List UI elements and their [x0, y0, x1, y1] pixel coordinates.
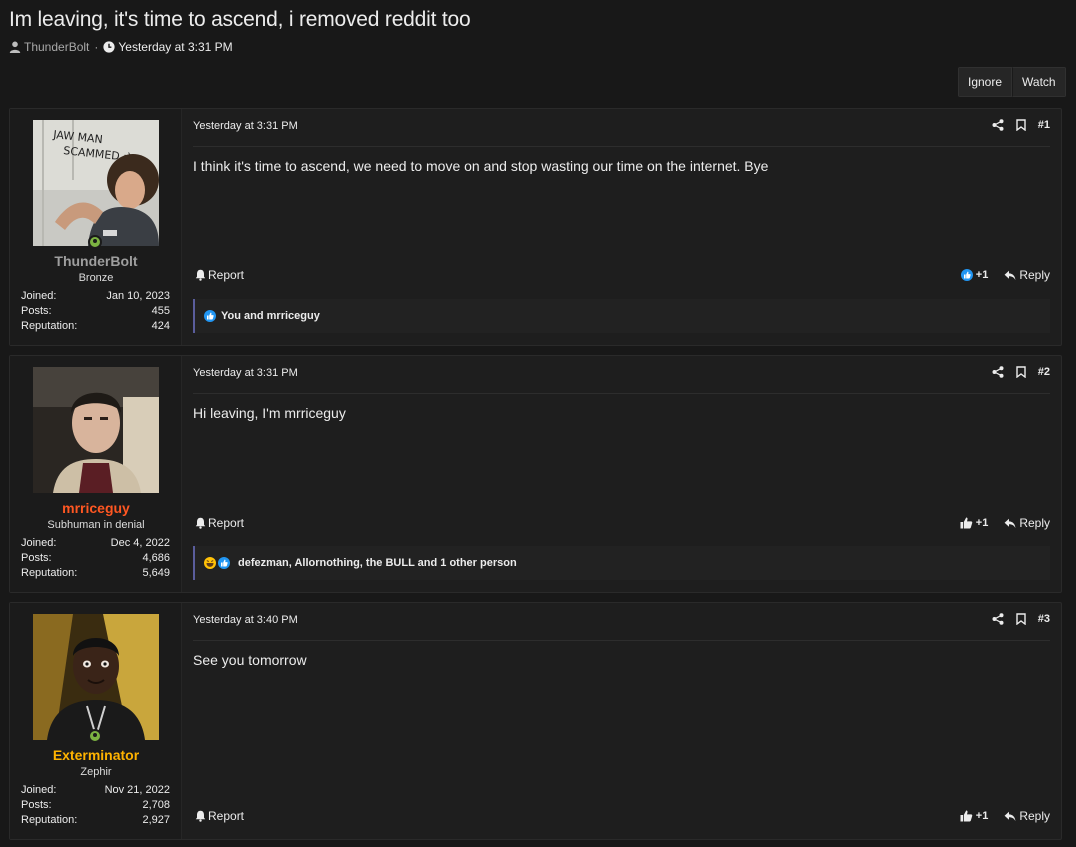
post-divider — [193, 640, 1050, 641]
post-date[interactable]: Yesterday at 3:31 PM — [193, 120, 298, 132]
reactions-list[interactable]: You and mrriceguy — [221, 310, 320, 322]
thread-title: Im leaving, it's time to ascend, i remov… — [9, 8, 471, 31]
like-reaction-icon — [204, 310, 216, 322]
reply-button[interactable]: Reply — [1004, 809, 1050, 823]
stat-joined: Joined: Jan 10, 2023 — [21, 290, 170, 302]
like-button[interactable]: +1 — [960, 269, 989, 281]
thumbs-up-icon — [960, 517, 973, 529]
like-count: +1 — [975, 810, 989, 822]
stat-posts: Posts: 4,686 — [21, 552, 170, 564]
username[interactable]: ThunderBolt — [10, 253, 182, 269]
report-label: Report — [208, 516, 245, 530]
report-link[interactable]: Report — [195, 268, 244, 282]
thumbs-up-icon — [960, 810, 973, 822]
ignore-button[interactable]: Ignore — [958, 67, 1013, 97]
share-icon[interactable] — [992, 613, 1004, 625]
reply-arrow-icon — [1004, 811, 1016, 822]
like-button[interactable]: +1 — [960, 517, 989, 529]
post-bottom-actions: +1 Reply — [960, 268, 1050, 282]
like-reaction-icon — [218, 557, 230, 569]
report-link[interactable]: Report — [195, 809, 244, 823]
post-number[interactable]: #3 — [1038, 613, 1050, 625]
stat-joined: Joined: Dec 4, 2022 — [21, 537, 170, 549]
bookmark-icon[interactable] — [1016, 366, 1026, 378]
clock-icon — [103, 41, 115, 53]
post-divider — [193, 393, 1050, 394]
post-top-actions: #1 — [992, 119, 1050, 131]
post-body: Hi leaving, I'm mrriceguy — [193, 405, 346, 421]
post-2: mrriceguy Subhuman in denial Joined: Dec … — [9, 355, 1062, 593]
post-user-info: Exterminator Zephir Joined: Nov 21, 2022 … — [10, 603, 182, 839]
post-top-actions: #2 — [992, 366, 1050, 378]
report-label: Report — [208, 268, 245, 282]
user-icon — [9, 41, 21, 53]
like-count: +1 — [975, 269, 989, 281]
avatar[interactable] — [33, 614, 159, 740]
laugh-reaction-icon — [204, 557, 216, 569]
user-stats: Joined: Dec 4, 2022 Posts: 4,686 Reputatio… — [21, 536, 170, 581]
post-date[interactable]: Yesterday at 3:40 PM — [193, 614, 298, 626]
bookmark-icon[interactable] — [1016, 613, 1026, 625]
stat-reputation: Reputation: 424 — [21, 320, 170, 332]
post-bottom-actions: +1 Reply — [960, 809, 1050, 823]
online-status-icon — [88, 729, 102, 743]
post-divider — [193, 146, 1050, 147]
post-body: See you tomorrow — [193, 652, 307, 668]
online-status-icon — [88, 235, 102, 249]
stat-joined: Joined: Nov 21, 2022 — [21, 784, 170, 796]
username[interactable]: mrriceguy — [10, 500, 182, 516]
stat-posts: Posts: 2,708 — [21, 799, 170, 811]
post-date[interactable]: Yesterday at 3:31 PM — [193, 367, 298, 379]
stat-reputation: Reputation: 2,927 — [21, 814, 170, 826]
stat-reputation: Reputation: 5,649 — [21, 567, 170, 579]
reply-label: Reply — [1019, 268, 1050, 282]
username[interactable]: Exterminator — [10, 747, 182, 763]
thread-action-buttons: Ignore Watch — [958, 67, 1066, 97]
reply-button[interactable]: Reply — [1004, 268, 1050, 282]
user-title: Bronze — [78, 272, 114, 284]
like-count: +1 — [975, 517, 989, 529]
avatar[interactable]: JAW MAN SCAMMED :) — [33, 120, 159, 246]
share-icon[interactable] — [992, 366, 1004, 378]
post-number[interactable]: #2 — [1038, 366, 1050, 378]
post-1: JAW MAN SCAMMED :) ThunderBolt Bronze Jo… — [9, 108, 1062, 346]
thumbs-up-icon — [960, 269, 973, 281]
thread-author-link[interactable]: ThunderBolt — [24, 40, 89, 54]
post-user-info: mrriceguy Subhuman in denial Joined: Dec … — [10, 356, 182, 592]
post-number[interactable]: #1 — [1038, 119, 1050, 131]
thread-date[interactable]: Yesterday at 3:31 PM — [118, 40, 232, 54]
user-title: Subhuman in denial — [47, 519, 145, 531]
reply-label: Reply — [1019, 809, 1050, 823]
user-stats: Joined: Jan 10, 2023 Posts: 455 Reputation… — [21, 289, 170, 334]
avatar[interactable] — [33, 367, 159, 493]
meta-separator: · — [94, 40, 99, 54]
stat-posts: Posts: 455 — [21, 305, 170, 317]
post-user-info: JAW MAN SCAMMED :) ThunderBolt Bronze Jo… — [10, 109, 182, 345]
user-title: Zephir — [80, 766, 112, 778]
post-top-actions: #3 — [992, 613, 1050, 625]
thread-meta: ThunderBolt · Yesterday at 3:31 PM — [9, 40, 233, 54]
reply-label: Reply — [1019, 516, 1050, 530]
like-button[interactable]: +1 — [960, 810, 989, 822]
reply-arrow-icon — [1004, 270, 1016, 281]
watch-button[interactable]: Watch — [1012, 67, 1066, 97]
reactions-bar[interactable]: defezman, Allornothing, the BULL and 1 o… — [193, 546, 1050, 580]
post-3: Exterminator Zephir Joined: Nov 21, 2022 … — [9, 602, 1062, 840]
report-link[interactable]: Report — [195, 516, 244, 530]
report-label: Report — [208, 809, 245, 823]
reactions-bar[interactable]: You and mrriceguy — [193, 299, 1050, 333]
share-icon[interactable] — [992, 119, 1004, 131]
post-body: I think it's time to ascend, we need to … — [193, 158, 769, 174]
user-stats: Joined: Nov 21, 2022 Posts: 2,708 Reputati… — [21, 783, 170, 828]
bookmark-icon[interactable] — [1016, 119, 1026, 131]
reply-arrow-icon — [1004, 518, 1016, 529]
reactions-list[interactable]: defezman, Allornothing, the BULL and 1 o… — [238, 557, 517, 569]
bell-icon — [195, 269, 206, 281]
bell-icon — [195, 810, 206, 822]
post-bottom-actions: +1 Reply — [960, 516, 1050, 530]
bell-icon — [195, 517, 206, 529]
reply-button[interactable]: Reply — [1004, 516, 1050, 530]
